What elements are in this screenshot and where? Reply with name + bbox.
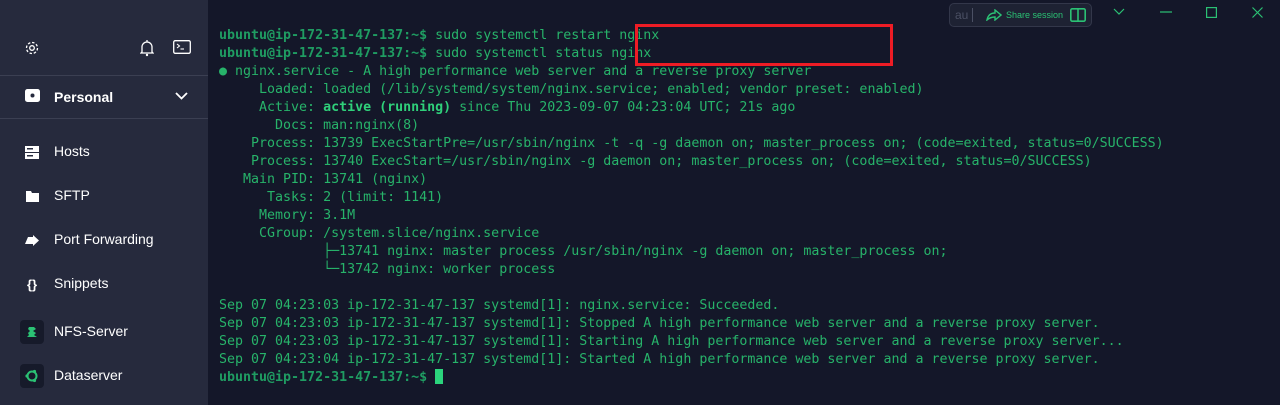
divider <box>972 8 973 22</box>
terminal-line: Process: 13739 ExecStartPre=/usr/sbin/ng… <box>219 136 1164 151</box>
sidebar-item-label: Snippets <box>54 275 109 291</box>
terminal-line: Loaded: loaded (/lib/systemd/system/ngin… <box>219 82 924 97</box>
terminal-pane[interactable]: ubuntu@ip-172-31-47-137:~$ sudo systemct… <box>208 0 1280 405</box>
chevron-down-icon[interactable] <box>175 92 188 100</box>
sidebar-item-label: SFTP <box>54 187 90 203</box>
sidebar: Personal Hosts SFTP Port Forwarding {} S… <box>0 0 208 405</box>
command: sudo systemctl status nginx <box>435 46 652 61</box>
share-icon[interactable] <box>986 9 1002 21</box>
host-nfs-server[interactable]: NFS-Server <box>0 314 208 350</box>
terminal-line: Sep 07 04:23:03 ip-172-31-47-137 systemd… <box>219 334 1124 349</box>
vault-label: Personal <box>54 89 114 105</box>
ubuntu-icon <box>20 364 44 388</box>
highlight-box <box>635 24 893 66</box>
terminal-line: ├─13741 nginx: master process /usr/sbin/… <box>219 244 948 259</box>
active-label: Active: <box>219 100 324 115</box>
command: sudo systemctl restart nginx <box>435 28 660 43</box>
sidebar-item-label: Dataserver <box>54 367 123 383</box>
sidebar-item-label: Port Forwarding <box>54 231 154 247</box>
share-session-bar: au Share session <box>949 3 1092 27</box>
terminal-line: └─13742 nginx: worker process <box>219 262 556 277</box>
sidebar-item-hosts[interactable]: Hosts <box>0 134 208 170</box>
terminal-line: Main PID: 13741 (nginx) <box>219 172 428 187</box>
terminal-icon[interactable] <box>173 40 191 54</box>
terminal-line: Process: 13740 ExecStart=/usr/sbin/nginx… <box>219 154 1092 169</box>
terminal-output: ubuntu@ip-172-31-47-137:~$ sudo systemct… <box>219 27 1164 387</box>
gear-icon[interactable] <box>24 40 40 56</box>
active-since: since Thu 2023-09-07 04:23:04 UTC; 21s a… <box>451 100 796 115</box>
sidebar-item-port-forwarding[interactable]: Port Forwarding <box>0 222 208 258</box>
cursor <box>435 369 444 384</box>
sidebar-item-label: Hosts <box>54 143 90 159</box>
prompt: ubuntu@ip-172-31-47-137:~$ <box>219 28 428 43</box>
sidebar-toolbar <box>0 0 208 76</box>
terminal-line: ubuntu@ip-172-31-47-137:~$ <box>219 369 1164 387</box>
prompt: ubuntu@ip-172-31-47-137:~$ <box>219 370 428 385</box>
host-dataserver[interactable]: Dataserver <box>0 358 208 394</box>
active-state: active (running) <box>323 100 452 115</box>
close-icon[interactable] <box>1247 4 1267 20</box>
terminal-line: Sep 07 04:23:04 ip-172-31-47-137 systemd… <box>219 352 1100 367</box>
folder-icon <box>24 188 40 204</box>
braces-icon: {} <box>26 276 38 292</box>
terminal-line: Sep 07 04:23:03 ip-172-31-47-137 systemd… <box>219 298 780 313</box>
hosts-icon <box>24 144 40 160</box>
chevron-down-icon[interactable] <box>1109 4 1129 20</box>
prompt: ubuntu@ip-172-31-47-137:~$ <box>219 46 428 61</box>
share-session-button[interactable]: Share session <box>1006 10 1063 20</box>
sidebar-item-label: NFS-Server <box>54 323 128 339</box>
terminal-line: Tasks: 2 (limit: 1141) <box>219 190 444 205</box>
terminal-line: CGroup: /system.slice/nginx.service <box>219 226 540 241</box>
terminal-line: Docs: man:nginx(8) <box>219 118 420 133</box>
session-input[interactable]: au <box>955 8 968 22</box>
bell-icon[interactable] <box>140 39 154 57</box>
terminal-line: Active: active (running) since Thu 2023-… <box>219 99 1164 117</box>
terminal-line: Memory: 3.1M <box>219 208 356 223</box>
vault-icon <box>25 89 40 103</box>
sidebar-item-sftp[interactable]: SFTP <box>0 178 208 214</box>
vault-selector[interactable]: Personal <box>0 76 208 119</box>
host-icon <box>20 320 44 344</box>
maximize-icon[interactable] <box>1201 4 1221 20</box>
port-forward-icon <box>24 232 40 248</box>
sidebar-item-snippets[interactable]: {} Snippets <box>0 266 208 302</box>
terminal-line: Sep 07 04:23:03 ip-172-31-47-137 systemd… <box>219 316 1100 331</box>
minimize-icon[interactable] <box>1156 4 1176 20</box>
split-view-icon[interactable] <box>1070 8 1086 22</box>
